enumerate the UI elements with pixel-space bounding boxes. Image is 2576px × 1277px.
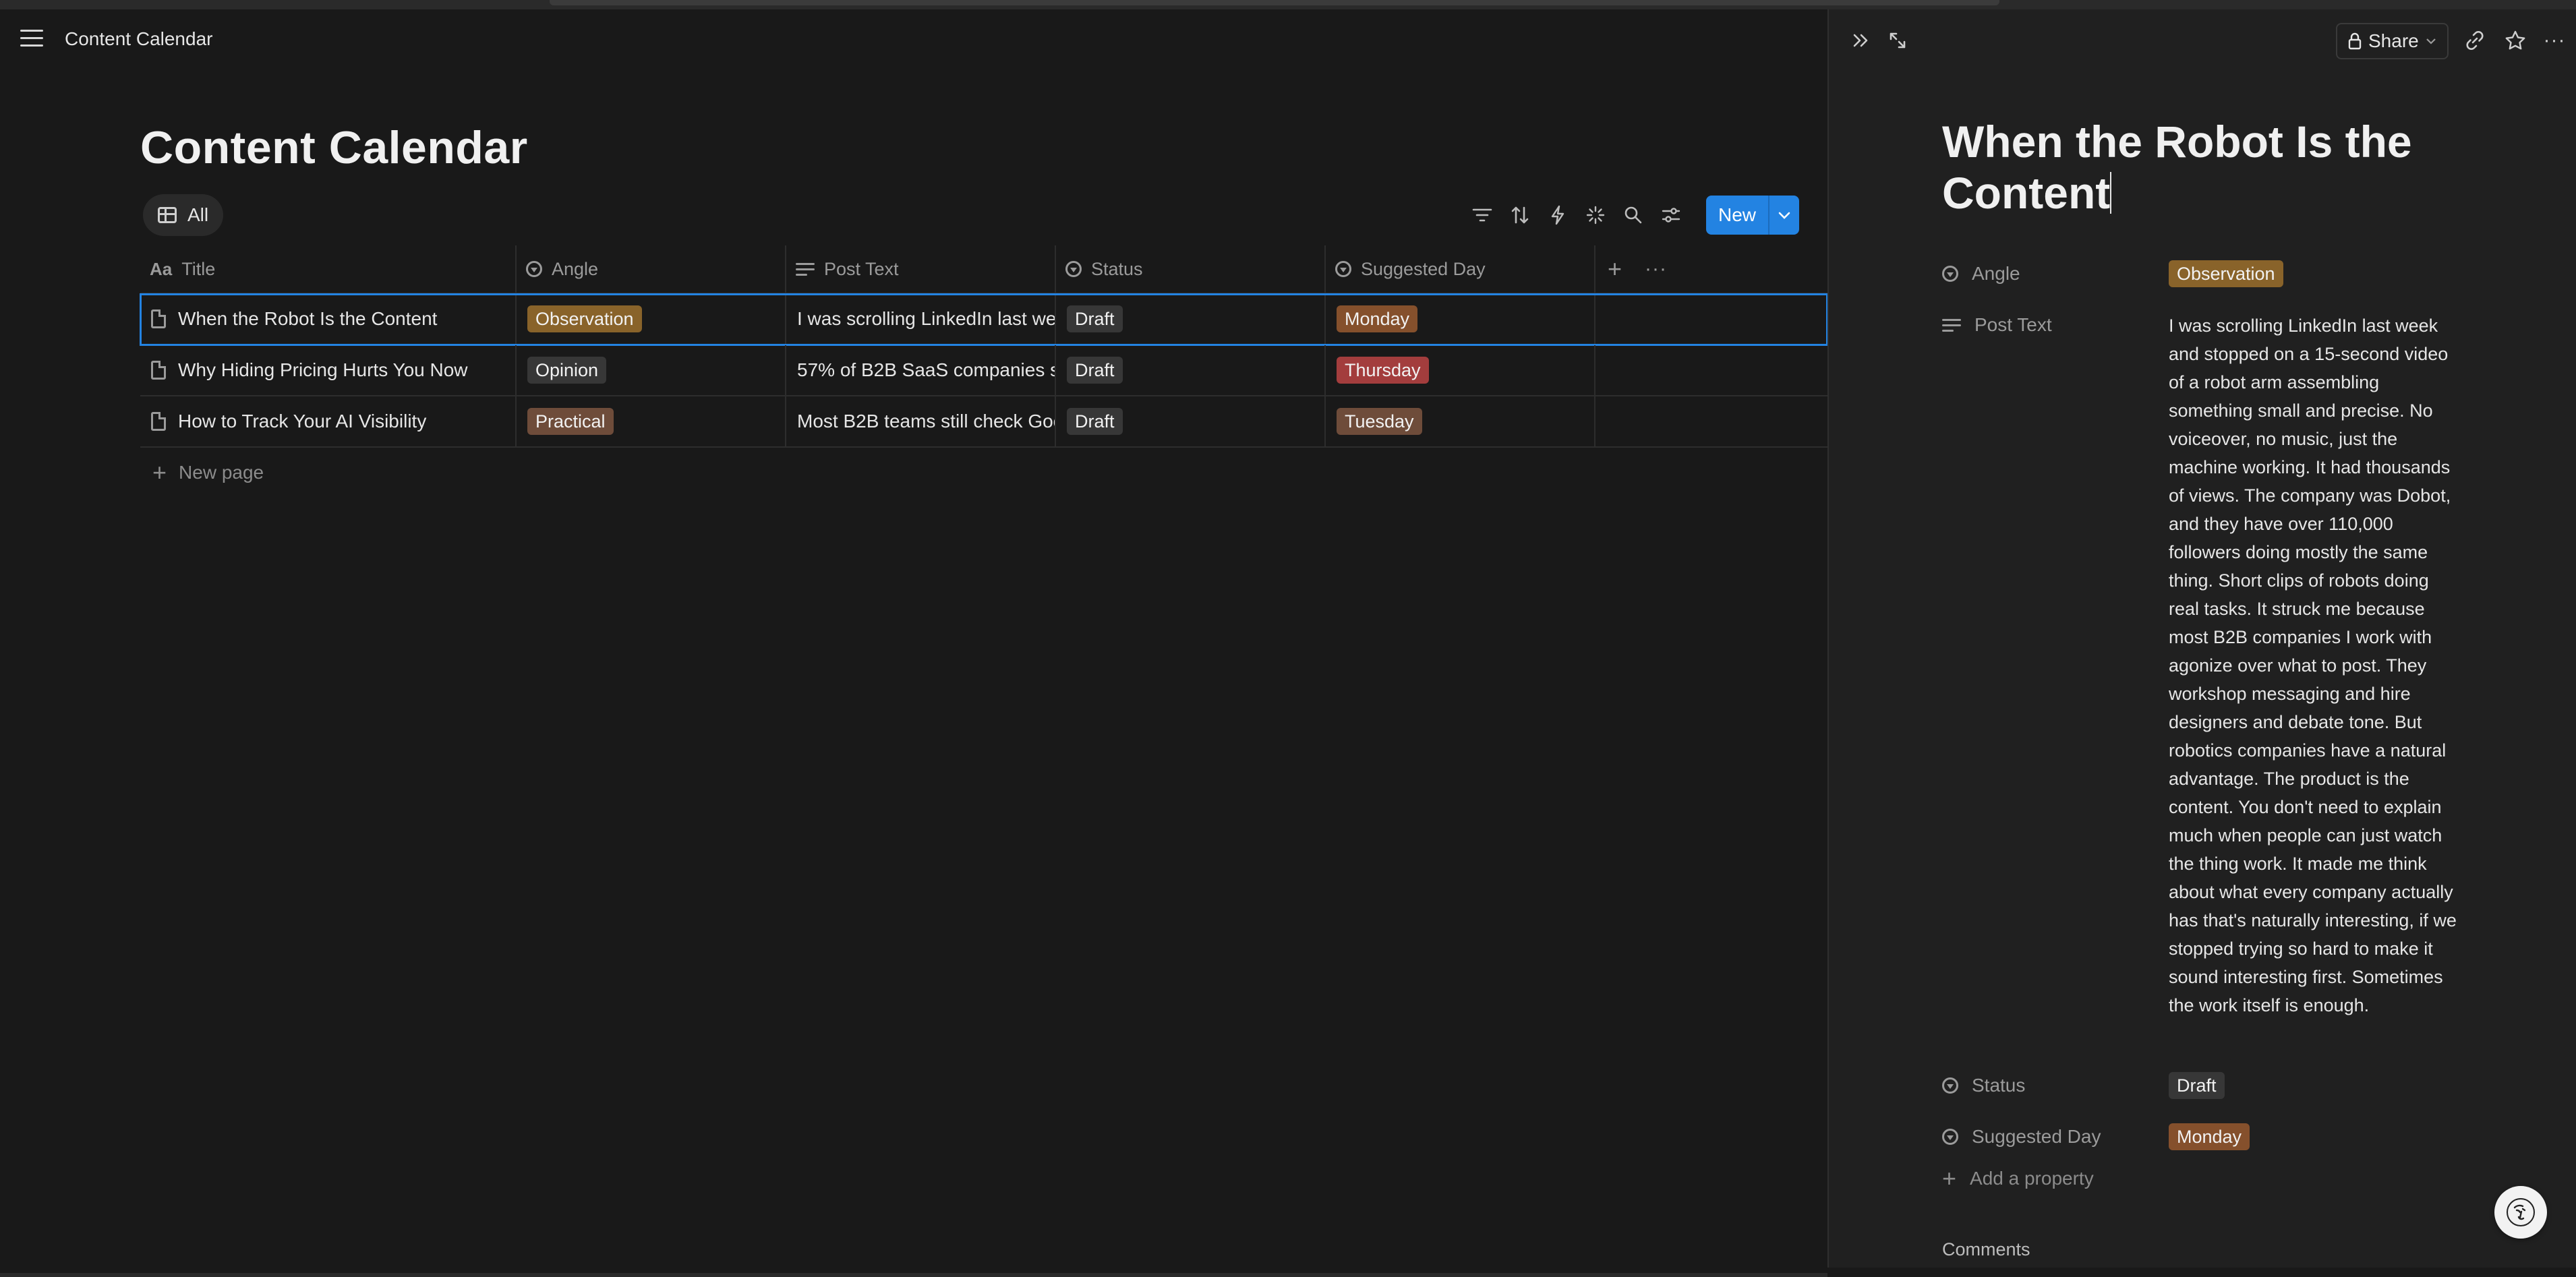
automation-icon[interactable] — [1546, 203, 1570, 227]
page-title[interactable]: Content Calendar — [140, 121, 528, 174]
page-title-editor[interactable]: When the Robot Is the Content — [1942, 116, 2522, 218]
column-header-status[interactable]: Status — [1056, 245, 1326, 293]
table-icon — [158, 207, 177, 223]
day-tag: Monday — [1337, 305, 1418, 332]
property-label[interactable]: Status — [1942, 1072, 2169, 1099]
row-title[interactable]: Why Hiding Pricing Hurts You Now — [178, 359, 468, 381]
add-column-icon[interactable]: + — [1608, 255, 1622, 283]
plus-icon: + — [1942, 1164, 1957, 1192]
select-type-icon — [526, 261, 542, 277]
bottom-strip — [0, 1273, 1827, 1277]
new-button-group: New — [1706, 196, 1800, 235]
text-lines-icon — [796, 262, 815, 276]
property-status: Status Draft — [1942, 1072, 2225, 1099]
column-header-actions: + ··· — [1596, 245, 1827, 293]
day-tag: Tuesday — [1337, 408, 1422, 435]
text-type-icon: Aa — [150, 258, 173, 279]
page-icon — [151, 412, 166, 431]
more-options-icon[interactable]: ··· — [2542, 28, 2567, 53]
panel-toolbar: Share ··· — [1829, 9, 2576, 70]
page-icon — [151, 361, 166, 380]
ai-sparkle-icon[interactable] — [1583, 203, 1608, 227]
table-row[interactable]: Why Hiding Pricing Hurts You Now Opinion… — [140, 345, 1827, 396]
property-post-text: Post Text I was scrolling LinkedIn last … — [1942, 311, 2459, 1019]
breadcrumb[interactable]: Content Calendar — [65, 28, 212, 50]
top-scrollbar[interactable] — [550, 0, 1999, 5]
sort-icon[interactable] — [1508, 203, 1532, 227]
angle-tag: Observation — [2169, 260, 2283, 287]
status-tag: Draft — [1067, 305, 1123, 332]
empty-cell — [1596, 345, 1827, 395]
menu-icon[interactable] — [20, 30, 43, 50]
property-label[interactable]: Angle — [1942, 260, 2169, 287]
share-button[interactable]: Share — [2336, 23, 2449, 59]
column-header-suggested-day[interactable]: Suggested Day — [1326, 245, 1596, 293]
expand-icon[interactable] — [1885, 28, 1910, 53]
select-type-icon — [1942, 1129, 1958, 1145]
new-page-button[interactable]: + New page — [140, 448, 1827, 498]
close-peek-icon[interactable] — [1849, 28, 1873, 53]
text-lines-icon — [1942, 318, 1961, 332]
angle-tag: Practical — [527, 408, 614, 435]
copy-link-icon[interactable] — [2463, 28, 2487, 53]
post-text-value[interactable]: I was scrolling LinkedIn last week and s… — [2169, 311, 2459, 1019]
plus-icon: + — [152, 458, 167, 486]
column-header-title[interactable]: Aa Title — [140, 245, 517, 293]
property-angle: Angle Observation — [1942, 260, 2283, 287]
status-tag: Draft — [1067, 408, 1123, 435]
table-row[interactable]: How to Track Your AI Visibility Practica… — [140, 396, 1827, 448]
lock-icon — [2348, 32, 2362, 50]
empty-cell — [1596, 294, 1827, 344]
new-button[interactable]: New — [1706, 196, 1769, 235]
more-options-icon[interactable]: ··· — [1645, 258, 1667, 280]
post-text-cell: I was scrolling LinkedIn last week and s… — [797, 308, 1056, 329]
search-icon[interactable] — [1621, 203, 1645, 227]
text-cursor — [2110, 172, 2112, 214]
property-label[interactable]: Post Text — [1942, 311, 2169, 338]
table-row[interactable]: When the Robot Is the Content Observatio… — [140, 293, 1828, 346]
angle-tag: Observation — [527, 305, 642, 332]
add-property-button[interactable]: + Add a property — [1942, 1166, 2094, 1191]
column-header-post-text[interactable]: Post Text — [786, 245, 1056, 293]
select-type-icon — [1335, 261, 1351, 277]
window-top-strip — [0, 0, 2576, 9]
row-title[interactable]: How to Track Your AI Visibility — [178, 411, 426, 432]
chevron-down-icon — [1778, 212, 1790, 219]
main-area: Content Calendar Content Calendar All Ne… — [0, 9, 1828, 1277]
empty-cell — [1596, 396, 1827, 446]
help-assistant-icon[interactable] — [2494, 1186, 2547, 1239]
select-type-icon — [1065, 261, 1082, 277]
select-type-icon — [1942, 1077, 1958, 1094]
column-header-angle[interactable]: Angle — [517, 245, 786, 293]
table-header: Aa Title Angle Post Text Status Suggeste… — [140, 245, 1827, 294]
property-suggested-day: Suggested Day Monday — [1942, 1123, 2250, 1150]
side-peek-panel: Share ··· When the Robot Is the Content A… — [1827, 9, 2576, 1268]
database-toolbar: New — [1470, 196, 1800, 235]
filter-icon[interactable] — [1470, 203, 1494, 227]
view-tab-all[interactable]: All — [143, 194, 224, 236]
status-tag: Draft — [1067, 357, 1123, 384]
angle-tag: Opinion — [527, 357, 607, 384]
post-text-cell: 57% of B2B SaaS companies still hide — [797, 359, 1055, 380]
view-tab-label: All — [187, 204, 209, 225]
new-dropdown-button[interactable] — [1768, 196, 1800, 235]
settings-sliders-icon[interactable] — [1659, 203, 1683, 227]
day-tag: Thursday — [1337, 357, 1429, 384]
comments-heading: Comments — [1942, 1239, 2030, 1259]
row-title[interactable]: When the Robot Is the Content — [178, 308, 437, 330]
status-tag: Draft — [2169, 1072, 2225, 1099]
database-table: Aa Title Angle Post Text Status Suggeste… — [140, 245, 1828, 498]
chevron-down-icon — [2426, 38, 2436, 44]
top-bar: Content Calendar — [0, 9, 1827, 70]
favorite-star-icon[interactable] — [2503, 28, 2527, 53]
property-label[interactable]: Suggested Day — [1942, 1123, 2169, 1150]
post-text-cell: Most B2B teams still check Google — [797, 411, 1055, 432]
select-type-icon — [1942, 266, 1958, 282]
day-tag: Monday — [2169, 1123, 2250, 1150]
page-icon — [151, 309, 166, 328]
